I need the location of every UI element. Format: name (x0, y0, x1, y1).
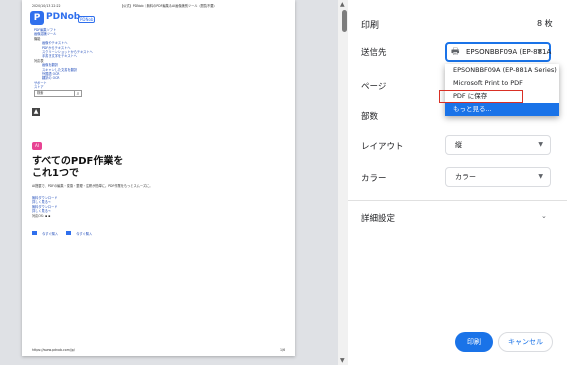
sheet-count: 8 枚 (537, 19, 553, 28)
preview-page: 2020/10/13 22:22 【公式】PDNob｜無料のPDF編集＆AI画像… (22, 0, 295, 356)
logo-icon: P (30, 11, 44, 25)
logo-sub: PDNob (78, 16, 96, 23)
chevron-down-icon: ▼ (538, 141, 543, 148)
dropdown-option-save-pdf[interactable]: PDF に保存 (439, 90, 523, 103)
supported-os: 対応OS: ▪ ▪ (32, 213, 51, 218)
buy-links: 今すぐ購入 今すぐ購入 (32, 220, 92, 239)
destination-label: 送信先 (361, 48, 387, 58)
site-logo: P PDNob PDNob (30, 11, 96, 25)
buy-link[interactable]: 今すぐ購入 (42, 232, 58, 236)
pages-label: ページ (361, 82, 387, 92)
scroll-down-icon[interactable]: ▼ (340, 358, 345, 364)
print-button[interactable]: 印刷 (455, 332, 493, 352)
cart-icon (66, 231, 72, 235)
nav-list: PDF編集ソフト 画像認識ツール 機能 画像やテキストへ PDFからテキストへ … (32, 28, 93, 90)
cancel-button[interactable]: キャンセル (498, 332, 553, 352)
logo-text: PDNob (46, 12, 81, 22)
ai-badge: AI (32, 142, 42, 150)
buy-link[interactable]: 今すぐ購入 (76, 232, 92, 236)
color-label: カラー (361, 174, 387, 184)
layout-select[interactable]: 縦 ▼ (445, 135, 551, 155)
divider (348, 200, 567, 201)
color-select[interactable]: カラー ▼ (445, 167, 551, 187)
page-header-title: 【公式】PDNob｜無料のPDF編集＆AI画像識別ツール（閲覧不要） (120, 4, 217, 8)
search-icon[interactable]: ⌕ (74, 90, 82, 97)
print-preview-area: 2020/10/13 22:22 【公式】PDNob｜無料のPDF編集＆AI画像… (0, 0, 338, 365)
arrow-up-icon[interactable]: ▲ (32, 108, 40, 116)
search-placeholder: 検索 (37, 91, 44, 95)
printer-icon: 🖶 (451, 47, 460, 57)
copies-label: 部数 (361, 112, 379, 122)
hero-body: AI搭載で、PDFの編集・変換・整理・注釈が簡単に。PDF作業をもっとスムーズに… (32, 184, 153, 188)
chevron-down-icon: ▼ (537, 48, 542, 55)
dropdown-option[interactable]: Microsoft Print to PDF (445, 77, 559, 90)
scroll-up-icon[interactable]: ▲ (340, 2, 345, 8)
cart-icon (32, 231, 37, 235)
hero-heading-2: これ1つで (32, 168, 79, 179)
page-header-date: 2020/10/13 22:22 (32, 4, 61, 8)
panel-title: 印刷 (361, 21, 380, 31)
chevron-down-icon: ▼ (538, 173, 543, 180)
layout-value: 縦 (455, 141, 462, 149)
link-list: 無料ダウンロード 詳しく見る→ 無料ダウンロード 詳しく見る→ 対応OS: ▪ … (32, 196, 58, 218)
scroll-thumb[interactable] (342, 10, 347, 32)
dropdown-option[interactable]: EPSONBBF09A (EP-881A Series) (445, 64, 559, 77)
page-search-box[interactable]: 検索 ⌕ (34, 90, 82, 97)
color-value: カラー (455, 173, 476, 181)
destination-select[interactable]: 🖶 EPSONBBF09A (EP-881A ▼ (445, 42, 551, 62)
preview-scrollbar[interactable] (338, 0, 348, 365)
dropdown-option-more[interactable]: もっと見る... (445, 103, 559, 116)
chevron-down-icon[interactable]: ⌄ (541, 212, 547, 220)
hero-heading-1: すべてのPDF作業を (32, 156, 124, 167)
layout-label: レイアウト (361, 142, 404, 152)
more-settings-label[interactable]: 詳細設定 (361, 212, 395, 224)
page-footer-url: https://www.pdnob.com/jp/ (32, 348, 75, 352)
page-footer-number: 1/6 (280, 348, 286, 352)
destination-dropdown: EPSONBBF09A (EP-881A Series) Microsoft P… (439, 64, 559, 116)
